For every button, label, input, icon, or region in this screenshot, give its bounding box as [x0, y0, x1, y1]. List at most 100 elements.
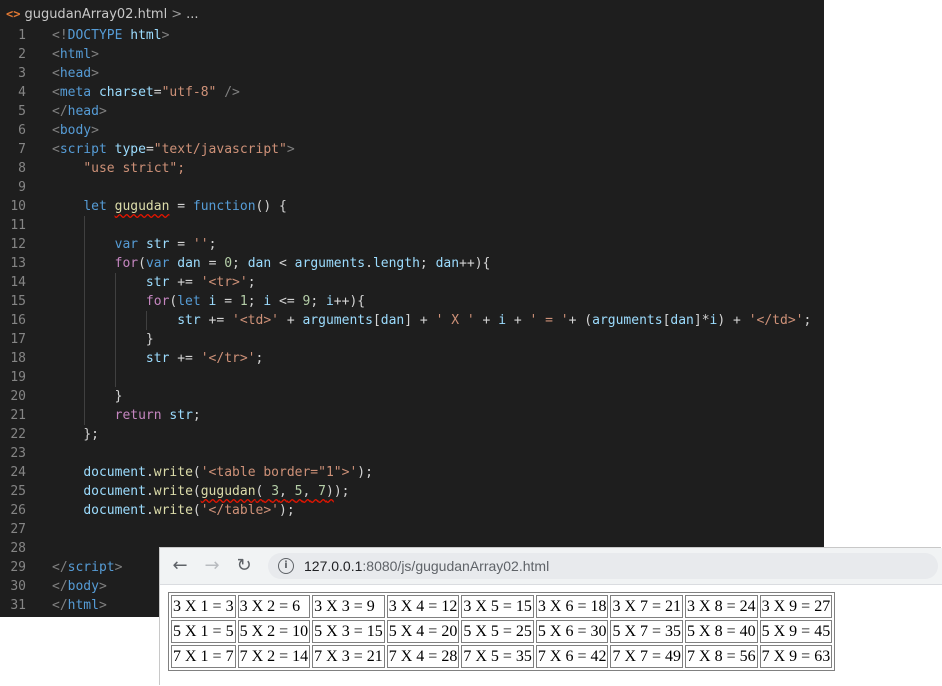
table-cell: 3 X 6 = 18 [535, 595, 609, 618]
table-cell: 7 X 4 = 28 [386, 645, 460, 668]
table-row: 5 X 1 = 5 5 X 2 = 10 5 X 3 = 15 5 X 4 = … [171, 620, 833, 643]
table-cell: 3 X 2 = 6 [237, 595, 311, 618]
line-text: <!DOCTYPE html> [52, 28, 170, 43]
table-cell: 3 X 3 = 9 [312, 595, 385, 618]
line-number: 8 [18, 161, 26, 176]
code-line: 6 <body> [0, 121, 824, 140]
arrow-right-icon[interactable]: → [202, 556, 222, 576]
line-number: 18 [10, 351, 26, 366]
code-line: 3 <head> [0, 64, 824, 83]
line-number: 9 [18, 180, 26, 195]
table-cell: 3 X 5 = 15 [461, 595, 534, 618]
table-cell: 5 X 4 = 20 [386, 620, 460, 643]
line-number: 28 [10, 541, 26, 556]
code-line: 7 <script type="text/javascript"> [0, 140, 824, 159]
table-cell: 7 X 1 = 7 [171, 645, 236, 668]
table-cell: 5 X 5 = 25 [461, 620, 534, 643]
code-line: 17 } [0, 330, 824, 349]
code-line: 10 let gugudan = function() { [0, 197, 824, 216]
line-number: 14 [10, 275, 26, 290]
code-line: 12 var str = ''; [0, 235, 824, 254]
table-cell: 5 X 7 = 35 [610, 620, 684, 643]
table-cell: 3 X 1 = 3 [171, 595, 236, 618]
table-cell: 5 X 3 = 15 [312, 620, 385, 643]
code-line: 1 <!DOCTYPE html> [0, 26, 824, 45]
line-text: let gugudan = function() { [83, 199, 287, 214]
code-line: 16 str += '<td>' + arguments[dan] + ' X … [0, 311, 824, 330]
html-file-icon: <> [6, 7, 21, 21]
line-text: <meta charset="utf-8" /> [52, 85, 240, 100]
gugudan-table: 3 X 1 = 3 3 X 2 = 6 3 X 3 = 9 3 X 4 = 12… [168, 592, 836, 671]
line-number: 5 [18, 104, 26, 119]
line-number: 7 [18, 142, 26, 157]
table-cell: 7 X 8 = 56 [685, 645, 758, 668]
line-text: } [145, 332, 154, 347]
table-row: 3 X 1 = 3 3 X 2 = 6 3 X 3 = 9 3 X 4 = 12… [171, 595, 833, 618]
line-number: 17 [10, 332, 26, 347]
line-number: 21 [10, 408, 26, 423]
line-text: return str; [114, 408, 201, 423]
line-text: str += '</tr>'; [145, 351, 264, 366]
table-cell: 7 X 3 = 21 [312, 645, 385, 668]
code-line: 5 </head> [0, 102, 824, 121]
line-number: 16 [10, 313, 26, 328]
line-number: 3 [18, 66, 26, 81]
line-number: 22 [10, 427, 26, 442]
arrow-left-icon[interactable]: ← [170, 556, 190, 576]
line-text: </head> [52, 104, 107, 119]
code-area[interactable]: 1 <!DOCTYPE html> 2 <html> 3 <head> 4 <meta … [0, 26, 824, 615]
address-bar[interactable]: i 127.0.0.1:8080/js/gugudanArray02.html [268, 553, 938, 579]
line-number: 13 [10, 256, 26, 271]
line-text: for(let i = 1; i <= 9; i++){ [145, 294, 366, 309]
breadcrumb: <> gugudanArray02.html > ... [0, 0, 824, 28]
line-number: 15 [10, 294, 26, 309]
table-cell: 3 X 7 = 21 [610, 595, 684, 618]
line-text: str += '<td>' + arguments[dan] + ' X ' +… [177, 313, 812, 328]
line-number: 24 [10, 465, 26, 480]
line-text: </body> [52, 579, 107, 594]
line-text: str += '<tr>'; [145, 275, 256, 290]
line-number: 23 [10, 446, 26, 461]
table-cell: 5 X 1 = 5 [171, 620, 236, 643]
code-line: 4 <meta charset="utf-8" /> [0, 83, 824, 102]
table-cell: 5 X 6 = 30 [535, 620, 609, 643]
line-text: document.write('</table>'); [83, 503, 295, 518]
code-line: 8 "use strict"; [0, 159, 824, 178]
code-line: 2 <html> [0, 45, 824, 64]
line-number: 30 [10, 579, 26, 594]
line-number: 2 [18, 47, 26, 62]
line-number: 6 [18, 123, 26, 138]
reload-icon[interactable]: ↻ [234, 556, 254, 576]
code-line: 13 for(var dan = 0; dan < arguments.leng… [0, 254, 824, 273]
line-text: document.write(gugudan( 3, 5, 7)); [83, 484, 350, 499]
code-editor[interactable]: <> gugudanArray02.html > ... 1 <!DOCTYPE … [0, 0, 824, 617]
code-line: 24 document.write('<table border="1">'); [0, 463, 824, 482]
url-host: 127.0.0.1 [304, 558, 363, 574]
code-line: 18 str += '</tr>'; [0, 349, 824, 368]
line-number: 26 [10, 503, 26, 518]
line-number: 29 [10, 560, 26, 575]
code-line: 27 [0, 520, 824, 539]
code-line: 21 return str; [0, 406, 824, 425]
line-number: 10 [10, 199, 26, 214]
breadcrumb-more[interactable]: ... [186, 7, 198, 22]
line-number: 4 [18, 85, 26, 100]
table-cell: 5 X 2 = 10 [237, 620, 311, 643]
code-line: 20 } [0, 387, 824, 406]
line-text: <script type="text/javascript"> [52, 142, 295, 157]
table-cell: 5 X 8 = 40 [685, 620, 758, 643]
line-number: 12 [10, 237, 26, 252]
info-icon[interactable]: i [278, 558, 294, 574]
line-number: 20 [10, 389, 26, 404]
line-text: <html> [52, 47, 99, 62]
code-line: 23 [0, 444, 824, 463]
table-row: 7 X 1 = 7 7 X 2 = 14 7 X 3 = 21 7 X 4 = … [171, 645, 833, 668]
line-text: }; [83, 427, 99, 442]
browser-window: ← → ↻ i 127.0.0.1:8080/js/gugudanArray02… [160, 548, 942, 686]
breadcrumb-file[interactable]: gugudanArray02.html [24, 7, 167, 22]
table-cell: 7 X 6 = 42 [535, 645, 609, 668]
line-text: </script> [52, 560, 123, 575]
table-cell: 3 X 8 = 24 [685, 595, 758, 618]
code-line: 14 str += '<tr>'; [0, 273, 824, 292]
url-path: :8080/js/gugudanArray02.html [362, 558, 550, 574]
